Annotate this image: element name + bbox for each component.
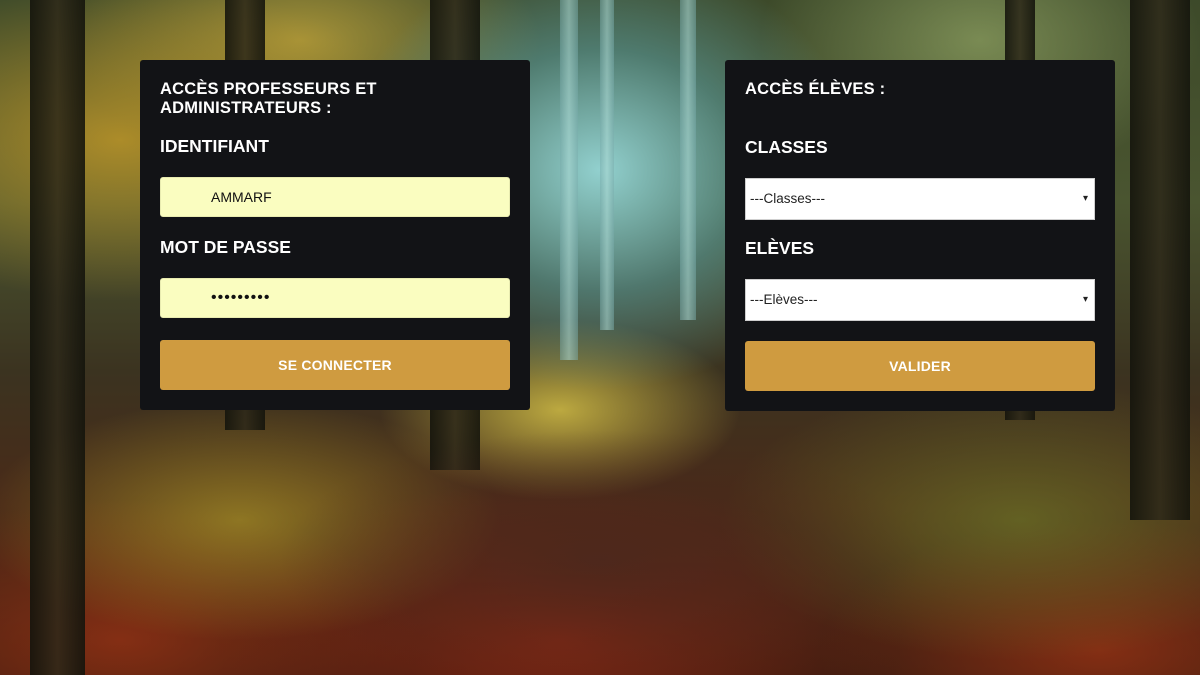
- teacher-panel-title: ACCÈS PROFESSEURS ET ADMINISTRATEURS :: [160, 80, 377, 117]
- forest-path: [280, 430, 920, 675]
- students-select[interactable]: ---Elèves--- ▾: [745, 279, 1095, 321]
- chevron-down-icon: ▾: [1082, 193, 1088, 204]
- classes-select[interactable]: ---Classes--- ▾: [745, 178, 1095, 220]
- identifiant-input[interactable]: [160, 177, 510, 217]
- tree-trunk: [600, 0, 614, 330]
- students-label: ELÈVES: [745, 238, 815, 258]
- tree-trunk: [30, 0, 85, 675]
- classes-select-value: ---Classes---: [750, 191, 825, 206]
- connect-button[interactable]: SE CONNECTER: [160, 340, 510, 390]
- student-access-panel: ACCÈS ÉLÈVES : CLASSES ---Classes--- ▾ E…: [725, 60, 1115, 411]
- identifiant-label: IDENTIFIANT: [160, 136, 269, 156]
- classes-label: CLASSES: [745, 137, 828, 157]
- password-label: MOT DE PASSE: [160, 237, 291, 257]
- students-select-value: ---Elèves---: [750, 292, 818, 307]
- tree-trunk: [560, 0, 578, 360]
- chevron-down-icon: ▾: [1082, 294, 1088, 305]
- teacher-login-panel: ACCÈS PROFESSEURS ET ADMINISTRATEURS : I…: [140, 60, 530, 410]
- tree-trunk: [1130, 0, 1190, 520]
- student-panel-title: ACCÈS ÉLÈVES :: [745, 80, 886, 98]
- tree-trunk: [680, 0, 696, 320]
- validate-button[interactable]: VALIDER: [745, 341, 1095, 391]
- password-input[interactable]: •••••••••: [160, 278, 510, 318]
